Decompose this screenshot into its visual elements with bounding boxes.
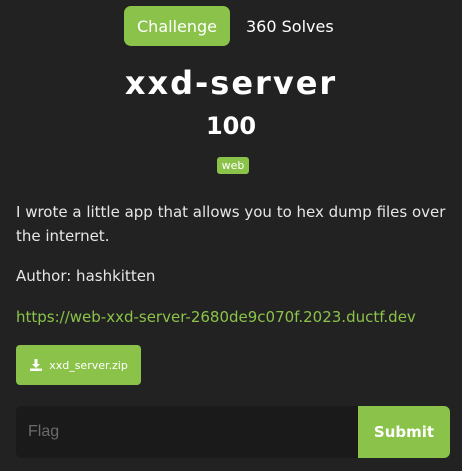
flag-form: Submit — [16, 406, 450, 458]
challenge-tabs: Challenge 360 Solves — [124, 6, 334, 46]
challenge-url-link[interactable]: https://web-xxd-server-2680de9c070f.2023… — [16, 305, 416, 329]
challenge-description: I wrote a little app that allows you to … — [16, 203, 446, 245]
file-name-label: xxd_server.zip — [49, 358, 128, 372]
challenge-title: xxd-server — [124, 64, 338, 102]
challenge-points: 100 — [205, 112, 257, 140]
tab-challenge[interactable]: Challenge — [124, 6, 230, 46]
category-tag: web — [217, 157, 249, 174]
download-file-button[interactable]: xxd_server.zip — [16, 345, 141, 385]
challenge-author: Author: hashkitten — [16, 267, 156, 285]
submit-button[interactable]: Submit — [358, 406, 450, 458]
tab-solves[interactable]: 360 Solves — [246, 6, 334, 46]
flag-input[interactable] — [16, 406, 358, 458]
download-icon — [30, 359, 43, 371]
